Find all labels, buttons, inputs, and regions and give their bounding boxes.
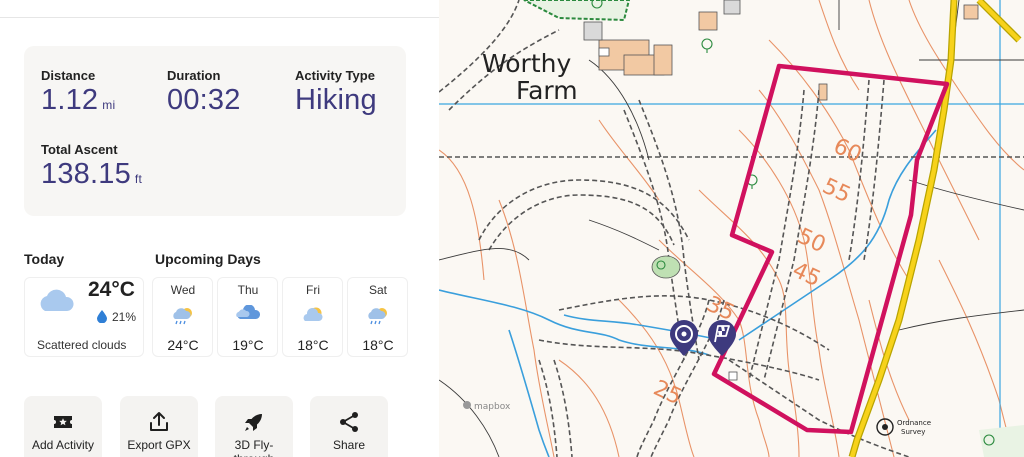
export-icon — [150, 412, 168, 431]
streams — [439, 129, 937, 457]
total-ascent-label: Total Ascent — [41, 142, 118, 157]
sun-rain-cloud-icon — [368, 308, 387, 325]
ticket-star-icon — [54, 416, 72, 428]
day-name-fri: Fri — [306, 283, 320, 297]
rain-cloud-icon — [236, 305, 261, 319]
day-temp-wed: 24°C — [167, 337, 199, 353]
today-heading: Today — [24, 251, 65, 267]
export-gpx-label: Export GPX — [127, 438, 191, 452]
day-name-wed: Wed — [170, 283, 196, 297]
raindrop-icon — [97, 310, 107, 323]
export-gpx-button[interactable]: Export GPX — [120, 396, 198, 457]
fly-through-label: 3D Fly-through — [234, 438, 275, 457]
mapbox-logo: mapbox — [463, 401, 511, 412]
os-logo-line1: Ordnance — [897, 419, 931, 427]
day-temp-sat: 18°C — [362, 337, 394, 353]
add-activity-label: Add Activity — [31, 438, 95, 452]
rocket-icon — [245, 414, 262, 431]
activity-panel: Distance 1.12 mi Duration 00:32 Activity … — [0, 0, 439, 457]
contour-label-60: 60 — [829, 134, 865, 168]
sun-rain-cloud-icon — [173, 308, 192, 325]
contour-label-35: 35 — [702, 292, 738, 326]
road-casing — [848, 0, 958, 457]
duration-label: Duration — [167, 68, 221, 83]
today-rain-chance: 21% — [112, 310, 137, 324]
total-ascent-value: 138.15 ft — [41, 158, 142, 190]
place-name-farm: Farm — [516, 76, 578, 105]
contour-labels: 60 55 50 45 35 25 — [649, 134, 865, 410]
day-temp-fri: 18°C — [297, 337, 329, 353]
total-ascent-unit: ft — [134, 172, 142, 186]
distance-unit: mi — [102, 98, 116, 112]
today-description: Scattered clouds — [37, 338, 127, 352]
share-label: Share — [332, 438, 366, 452]
route-map[interactable]: 60 55 50 45 35 25 Worthy Farm mapbox Ord… — [439, 0, 1024, 457]
today-temperature: 24°C — [88, 278, 135, 301]
share-button[interactable]: Share — [310, 396, 388, 457]
duration-value: 00:32 — [167, 84, 241, 116]
activity-type-value: Hiking — [295, 84, 377, 116]
os-map-canvas[interactable]: 60 55 50 45 35 25 Worthy Farm mapbox Ord… — [439, 0, 1024, 457]
add-activity-button[interactable]: Add Activity — [24, 396, 102, 457]
distance-label: Distance — [41, 68, 96, 83]
divider — [0, 17, 439, 18]
cloud-icon — [40, 289, 74, 311]
os-logo-line2: Survey — [901, 428, 925, 436]
main-road — [849, 0, 957, 457]
activity-type-label: Activity Type — [295, 68, 375, 83]
distance-value: 1.12 mi — [41, 84, 116, 116]
mapbox-attribution: mapbox — [474, 402, 511, 412]
share-icon — [340, 412, 358, 432]
sun-cloud-icon — [303, 307, 323, 321]
day-name-sat: Sat — [368, 283, 387, 297]
finish-marker[interactable] — [708, 320, 736, 356]
day-temp-thu: 19°C — [232, 337, 264, 353]
upcoming-days-heading: Upcoming Days — [155, 251, 261, 267]
place-name-worthy: Worthy — [482, 49, 571, 78]
stats-card: Distance 1.12 mi Duration 00:32 Activity … — [24, 46, 406, 216]
day-name-thu: Thu — [237, 283, 259, 297]
fly-through-button[interactable]: 3D Fly-through — [215, 396, 293, 457]
